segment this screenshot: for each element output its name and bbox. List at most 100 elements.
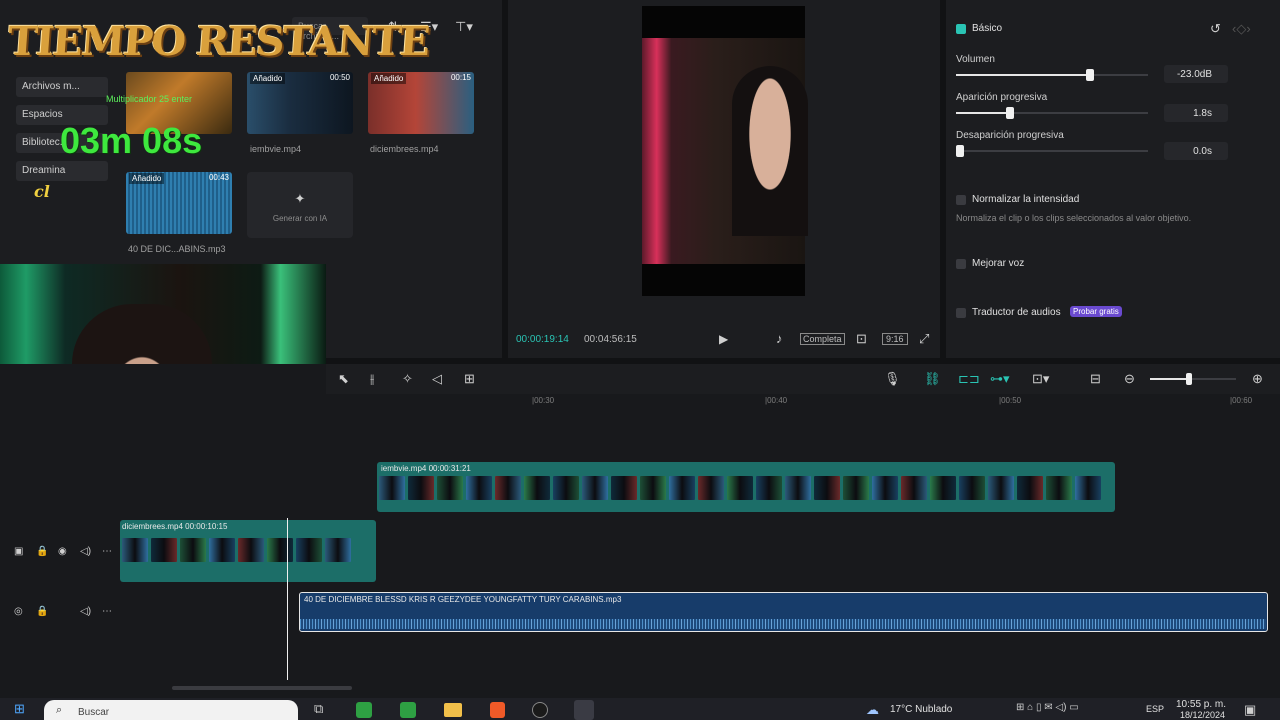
film-frame bbox=[379, 476, 405, 500]
brave-icon[interactable] bbox=[490, 702, 505, 718]
film-frame bbox=[466, 476, 492, 500]
fade-out-knob[interactable] bbox=[956, 145, 964, 157]
zoom-in-icon[interactable]: ⊕ bbox=[1252, 372, 1263, 385]
audio-icon[interactable]: ◁ bbox=[432, 372, 442, 385]
fade-out-slider[interactable] bbox=[956, 145, 1148, 157]
playhead[interactable] bbox=[287, 518, 288, 680]
timeline-panel: ⬉ ⫲ ✧ ◁ ⊞ 🎙 ⛓ ⊏⊐ ⊶▾ ⊡▾ ⊟ ⊖ ⊕ |00:30 |00:… bbox=[0, 364, 1280, 698]
normalize-checkbox[interactable] bbox=[956, 195, 966, 205]
play-icon[interactable]: ▶ bbox=[719, 333, 728, 345]
clock-date[interactable]: 18/12/2024 bbox=[1180, 710, 1225, 720]
link-icon[interactable]: ⛓ bbox=[924, 372, 941, 385]
notification-icon[interactable]: ▣ bbox=[1244, 703, 1256, 716]
track-cover-icon[interactable]: ▣ bbox=[14, 547, 23, 557]
volume-knob[interactable] bbox=[1086, 69, 1094, 81]
zoom-slider[interactable] bbox=[1150, 373, 1236, 385]
sidebar-item-dreamina[interactable]: Dreamina bbox=[16, 161, 108, 181]
tiktok-icon[interactable]: ♪ bbox=[776, 332, 783, 345]
tray-icons[interactable]: ⊞ ⌂ ▯ ✉ ◁) ▭ bbox=[1016, 703, 1079, 713]
fade-in-knob[interactable] bbox=[1006, 107, 1014, 119]
volume-value[interactable]: -23.0dB bbox=[1164, 65, 1228, 83]
fade-in-value[interactable]: 1.8s bbox=[1164, 104, 1228, 122]
ratio-button[interactable]: 9:16 bbox=[882, 333, 908, 345]
weather-text[interactable]: 17°C Nublado bbox=[890, 704, 952, 715]
speaker-icon[interactable]: ◁) bbox=[80, 607, 91, 617]
clip-audio-label: 40 DE DICIEMBRE BLESSD KRIS R GEEZYDEE Y… bbox=[304, 595, 622, 604]
zoom-out-icon[interactable]: ⊖ bbox=[1124, 372, 1135, 385]
zoom-knob[interactable] bbox=[1186, 373, 1192, 385]
more-icon[interactable]: ⋯ bbox=[102, 607, 112, 617]
windows-icon[interactable]: ⊞ bbox=[14, 702, 25, 715]
preview-axis-icon[interactable]: ⊡▾ bbox=[1032, 372, 1049, 385]
film-frame bbox=[408, 476, 434, 500]
fade-out-value[interactable]: 0.0s bbox=[1164, 142, 1228, 160]
mic-icon[interactable]: 🎙 bbox=[884, 372, 901, 385]
overlay-small-text: Multiplicador 25 enter bbox=[106, 94, 193, 104]
magic-icon[interactable]: ✧ bbox=[402, 372, 413, 385]
eye-icon[interactable]: ◉ bbox=[58, 547, 67, 557]
timeline-scrollbar[interactable] bbox=[172, 686, 352, 690]
screenshot-icon[interactable]: ⊡ bbox=[856, 332, 867, 345]
lang-indicator[interactable]: ESP bbox=[1146, 704, 1164, 714]
enhance-checkbox[interactable] bbox=[956, 259, 966, 269]
video-preview[interactable] bbox=[642, 6, 808, 296]
clip-main-frames bbox=[377, 462, 1115, 512]
caption-icon[interactable]: ⊟ bbox=[1090, 372, 1101, 385]
folder-icon[interactable] bbox=[444, 703, 462, 717]
film-frame bbox=[669, 476, 695, 500]
keyframe-icon[interactable]: ‹◇› bbox=[1232, 22, 1251, 35]
basic-checkbox[interactable] bbox=[956, 24, 966, 34]
fullscreen-icon[interactable]: ⤢ bbox=[919, 332, 929, 345]
lock-icon[interactable]: 🔒 bbox=[36, 547, 48, 557]
media-thumb-2[interactable]: Añadido 00:50 bbox=[247, 72, 353, 134]
film-frame bbox=[930, 476, 956, 500]
search-icon: ⌕ bbox=[56, 704, 63, 716]
capcut-icon[interactable] bbox=[574, 700, 594, 720]
taskbar-search[interactable]: ⌕ Buscar bbox=[44, 700, 298, 720]
normalize-desc: Normaliza el clip o los clips selecciona… bbox=[956, 213, 1192, 223]
generate-ai-button[interactable]: ✦ Generar con IA bbox=[247, 172, 353, 238]
track-audio-icon[interactable]: ◎ bbox=[14, 607, 23, 617]
clip-main[interactable]: iembvie.mp4 00:00:31:21 bbox=[377, 462, 1115, 512]
normalize-label: Normalizar la intensidad bbox=[972, 194, 1080, 205]
film-frame bbox=[698, 476, 724, 500]
reset-icon[interactable]: ↺ bbox=[1210, 22, 1221, 35]
clip-audio[interactable]: 40 DE DICIEMBRE BLESSD KRIS R GEEZYDEE Y… bbox=[299, 592, 1268, 632]
translate-label: Traductor de audios bbox=[972, 307, 1061, 318]
volume-slider[interactable] bbox=[956, 69, 1148, 81]
clock-time[interactable]: 10:55 p. m. bbox=[1176, 699, 1226, 710]
taskbar: ⊞ ⌕ Buscar ⧉ ☁ 17°C Nublado ⊞ ⌂ ▯ ✉ ◁) ▭… bbox=[0, 698, 1280, 720]
ruler-tick: |00:40 bbox=[765, 396, 788, 405]
lock-icon[interactable]: 🔒 bbox=[36, 607, 48, 617]
preview-panel: 00:00:19:14 00:04:56:15 ▶ ♪ Completa ⊡ 9… bbox=[508, 0, 940, 358]
fade-in-slider[interactable] bbox=[956, 107, 1148, 119]
film-frame bbox=[611, 476, 637, 500]
app-icon[interactable] bbox=[356, 702, 372, 718]
section-title: Básico bbox=[972, 23, 1003, 34]
translate-checkbox[interactable] bbox=[956, 308, 966, 318]
speaker-icon[interactable]: ◁) bbox=[80, 547, 91, 557]
media-thumb-audio[interactable]: Añadido 00:43 bbox=[126, 172, 232, 234]
magnet-icon[interactable]: ⊏⊐ bbox=[958, 372, 980, 385]
translate-badge[interactable]: Probar gratis bbox=[1070, 306, 1122, 317]
task-view-icon[interactable]: ⧉ bbox=[314, 702, 323, 715]
media-thumb-3[interactable]: Añadido 00:15 bbox=[368, 72, 474, 134]
film-frame bbox=[238, 538, 264, 562]
ruler-tick: |00:30 bbox=[532, 396, 555, 405]
complete-button[interactable]: Completa bbox=[800, 333, 845, 345]
sparkle-icon: ✦ bbox=[294, 191, 306, 206]
snap-icon[interactable]: ⊶▾ bbox=[990, 372, 1010, 385]
more-icon[interactable]: ⋯ bbox=[102, 547, 112, 557]
clip-secondary[interactable]: diciembrees.mp4 00:00:10:15 bbox=[120, 520, 376, 582]
filter-icon[interactable]: ⊤▾ bbox=[455, 20, 473, 33]
split-icon[interactable]: ⫲ bbox=[370, 372, 374, 385]
sidebar-item-files[interactable]: Archivos m... bbox=[16, 77, 108, 97]
volume-label: Volumen bbox=[956, 54, 995, 65]
film-frame bbox=[814, 476, 840, 500]
app-icon[interactable] bbox=[532, 702, 548, 718]
media-name-3: diciembrees.mp4 bbox=[370, 144, 439, 154]
crop-icon[interactable]: ⊞ bbox=[464, 372, 475, 385]
app-icon[interactable] bbox=[400, 702, 416, 718]
select-icon[interactable]: ⬉ bbox=[338, 372, 349, 385]
fade-out-label: Desaparición progresiva bbox=[956, 130, 1064, 141]
